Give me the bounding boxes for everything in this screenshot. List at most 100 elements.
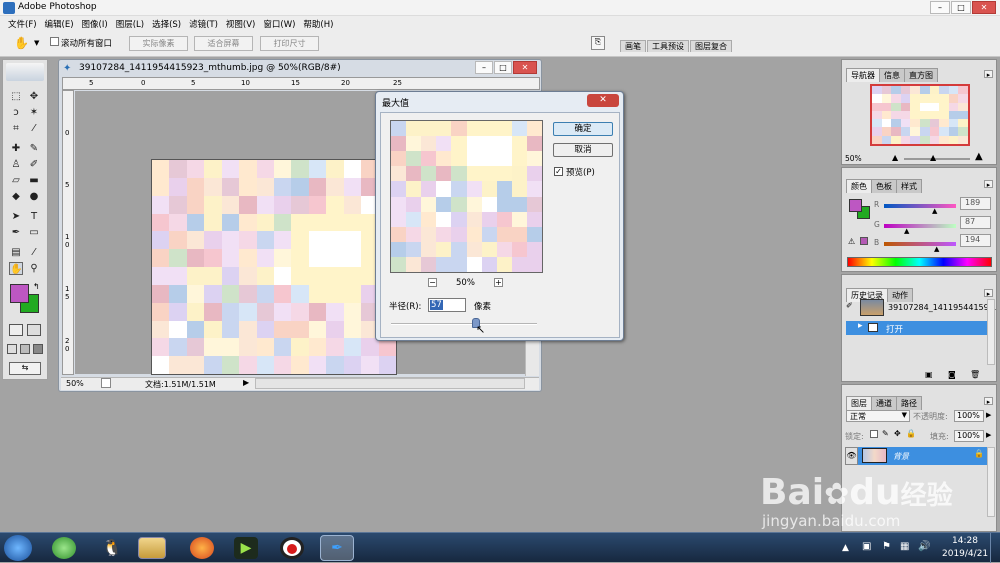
zoom-readout[interactable]: 50%	[66, 379, 84, 388]
slice-tool-icon[interactable]: ⁄	[27, 122, 41, 135]
screen-recorder-icon[interactable]	[280, 537, 304, 559]
pen-tool-icon[interactable]: ✒	[9, 226, 23, 239]
standard-mode-icon[interactable]	[9, 324, 23, 336]
tab-color[interactable]: 颜色	[846, 179, 872, 193]
tab-brushes[interactable]: 画笔	[620, 40, 646, 52]
lock-pixels-icon[interactable]: ✎	[882, 429, 889, 438]
history-state-open[interactable]: ▸ 打开	[846, 321, 987, 335]
media-player-icon[interactable]: ▶	[234, 537, 258, 559]
zoom-tool-icon[interactable]: ⚲	[27, 262, 41, 275]
blur-tool-icon[interactable]: ◆	[9, 190, 23, 203]
r-slider[interactable]	[884, 204, 956, 208]
gamut-color-chip[interactable]	[860, 237, 868, 245]
minimize-button[interactable]: –	[930, 1, 950, 14]
path-select-icon[interactable]: ➤	[9, 210, 23, 223]
foreground-color-swatch[interactable]	[10, 284, 29, 303]
chevron-down-icon[interactable]: ▼	[34, 39, 39, 47]
print-size-button[interactable]: 打印尺寸	[260, 36, 319, 51]
panel-menu-icon[interactable]: ▸	[984, 70, 993, 79]
tray-chevron-icon[interactable]: ▲	[842, 543, 849, 553]
layer-row-background[interactable]: 背景 🔒	[858, 447, 987, 465]
opacity-arrow-icon[interactable]: ▶	[986, 411, 991, 419]
notes-tool-icon[interactable]: ▤	[9, 246, 23, 259]
dialog-close-button[interactable]: ✕	[587, 94, 619, 107]
history-brush-icon[interactable]: ✐	[27, 158, 41, 171]
b-slider-thumb[interactable]: ▲	[934, 245, 939, 253]
color-spectrum-bar[interactable]	[847, 257, 992, 267]
horizontal-scrollbar[interactable]	[255, 378, 525, 389]
hand-tool-icon[interactable]: ✋	[14, 36, 29, 50]
zoom-out-small-icon[interactable]: ▲	[892, 153, 898, 162]
scroll-all-windows-checkbox[interactable]	[50, 37, 59, 46]
gradient-tool-icon[interactable]: ▬	[27, 174, 41, 187]
navigator-zoom[interactable]: 50%	[845, 154, 862, 163]
history-scrollbar[interactable]	[987, 299, 995, 365]
lasso-tool-icon[interactable]: ↄ	[9, 106, 23, 119]
lock-transparency-icon[interactable]	[870, 430, 878, 438]
clock-time[interactable]: 14:28	[952, 536, 978, 546]
tab-histogram[interactable]: 直方图	[904, 68, 938, 82]
brush-tool-icon[interactable]: ✎	[27, 142, 41, 155]
tab-layer-comps[interactable]: 图层复合	[690, 40, 732, 52]
zoom-out-button[interactable]: −	[428, 278, 437, 287]
fill-arrow-icon[interactable]: ▶	[986, 431, 991, 439]
file-explorer-icon[interactable]	[138, 537, 166, 559]
visibility-eye-icon[interactable]: 👁	[845, 447, 858, 465]
g-value[interactable]: 87	[960, 216, 991, 229]
menu-view[interactable]: 视图(V)	[222, 18, 259, 30]
panel-menu-icon[interactable]: ▸	[984, 397, 993, 406]
preview-checkbox[interactable]: ✓	[554, 167, 563, 176]
blend-mode-select[interactable]: 正常 ▼	[846, 410, 910, 422]
radius-slider-track[interactable]	[391, 323, 537, 325]
actual-pixels-button[interactable]: 实际像素	[129, 36, 188, 51]
tab-info[interactable]: 信息	[879, 68, 905, 82]
delete-state-icon[interactable]: 🗑	[970, 370, 980, 379]
hand-tool-active-icon[interactable]: ✋	[9, 262, 23, 275]
doc-close-button[interactable]: ✕	[513, 61, 537, 74]
tab-channels[interactable]: 通道	[871, 396, 897, 410]
screen-mode-full-icon[interactable]	[33, 344, 43, 354]
lock-all-icon[interactable]: 🔒	[906, 429, 916, 438]
close-button[interactable]: ✕	[972, 1, 996, 14]
history-brush-source-icon[interactable]: ✐	[846, 301, 856, 311]
jump-to-imageready-icon[interactable]: ⇆	[9, 362, 41, 375]
new-snapshot-icon[interactable]: ◙	[948, 370, 956, 379]
b-slider[interactable]	[884, 242, 956, 246]
dodge-tool-icon[interactable]: ●	[27, 190, 41, 203]
foreground-color-chip[interactable]	[849, 199, 862, 212]
show-desktop-button[interactable]	[990, 533, 1000, 563]
swap-colors-icon[interactable]: ↰	[33, 282, 40, 291]
fill-input[interactable]: 100%	[954, 430, 984, 442]
navigator-zoom-slider[interactable]	[904, 158, 970, 160]
r-slider-thumb[interactable]: ▲	[932, 207, 937, 215]
clone-stamp-icon[interactable]: ♙	[9, 158, 23, 171]
filter-preview[interactable]	[390, 120, 543, 273]
doc-minimize-button[interactable]: –	[475, 61, 493, 74]
menu-layer[interactable]: 图层(L)	[112, 18, 148, 30]
radius-input[interactable]: 57	[428, 298, 466, 312]
gamut-warning-icon[interactable]: ⚠	[848, 237, 855, 246]
menu-file[interactable]: 文件(F)	[4, 18, 41, 30]
tab-swatches[interactable]: 色板	[871, 179, 897, 193]
navigator-thumbnail[interactable]	[870, 84, 970, 146]
type-tool-icon[interactable]: T	[27, 210, 41, 223]
qq-icon[interactable]: 🐧	[100, 537, 124, 559]
g-slider[interactable]	[884, 224, 956, 228]
menu-window[interactable]: 窗口(W)	[259, 18, 299, 30]
volume-icon[interactable]: 🔊	[918, 541, 930, 552]
photoshop-taskbar-icon[interactable]: ✒	[320, 535, 354, 561]
navigator-slider-thumb[interactable]: ▲	[930, 153, 936, 162]
snapshot-name[interactable]: 39107284_14119544159...	[888, 303, 996, 312]
menu-help[interactable]: 帮助(H)	[299, 18, 337, 30]
r-value[interactable]: 189	[960, 197, 991, 210]
tray-app-icon[interactable]: ▣	[862, 541, 871, 552]
zoom-in-large-icon[interactable]: ▲	[975, 151, 983, 162]
flag-icon[interactable]: ⚑	[882, 541, 891, 552]
file-browser-icon[interactable]: ⎘	[591, 36, 605, 50]
crop-tool-icon[interactable]: ⌗	[9, 122, 23, 135]
zoom-in-button[interactable]: +	[494, 278, 503, 287]
screen-mode-full-menu-icon[interactable]	[20, 344, 30, 354]
menu-edit[interactable]: 编辑(E)	[41, 18, 78, 30]
tab-tool-presets[interactable]: 工具预设	[647, 40, 689, 52]
firefox-icon[interactable]	[190, 537, 214, 559]
